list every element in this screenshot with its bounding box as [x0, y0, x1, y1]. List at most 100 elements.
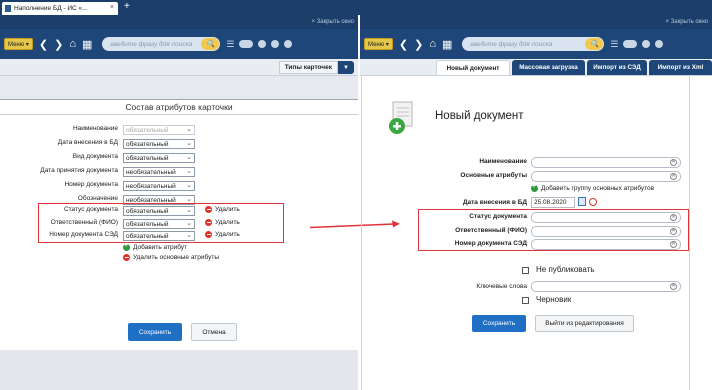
search-icon[interactable]: 🔍 — [201, 38, 220, 50]
tab-import-sed[interactable]: Импорт из СЭД — [587, 60, 647, 75]
add-attribute-link[interactable]: Добавить атрибут — [123, 242, 187, 251]
close-tab-icon[interactable]: × — [110, 4, 114, 11]
chevron-down-icon[interactable]: ▼ — [338, 61, 354, 74]
tab-new-document[interactable]: Новый документ — [436, 60, 510, 75]
settings-icon-right[interactable] — [642, 40, 651, 48]
menu-button-right[interactable]: Меню ▾ — [364, 38, 393, 50]
close-window-right[interactable]: × Закрыть окно — [360, 15, 712, 29]
card-types-button[interactable]: Типы карточек ▼ — [278, 61, 354, 74]
menu-button[interactable]: Меню ▾ — [4, 38, 33, 50]
field-label: Номер документа СЭД — [454, 240, 527, 247]
attr-select[interactable]: необязательный ⌄ — [123, 181, 195, 191]
attr-select[interactable]: необязательный ⌄ — [123, 167, 195, 177]
settings-icon[interactable] — [258, 40, 267, 48]
left-panel-top-gray — [0, 76, 358, 100]
draft-checkbox[interactable] — [522, 297, 529, 304]
left-subheader: Типы карточек ▼ — [0, 59, 358, 76]
tab-mass-upload[interactable]: Массовая загрузка — [512, 60, 585, 75]
back-icon[interactable]: ❮ — [39, 38, 48, 51]
list-icon-right[interactable]: ☰ — [610, 39, 618, 50]
forward-icon[interactable]: ❯ — [54, 38, 63, 51]
attr-value: обязательный — [126, 155, 169, 162]
remove-icon — [205, 231, 212, 238]
clear-icon[interactable]: ✕ — [670, 283, 677, 290]
browser-tab-title: Наполнение БД - ИС «... — [14, 5, 88, 12]
left-toolbar: Меню ▾ ❮ ❯ ⌂ ▦ введите фразу для поиска … — [0, 29, 358, 59]
chevron-down-icon: ⌄ — [186, 154, 192, 161]
add-group-link[interactable]: Добавить группу основных атрибутов — [531, 183, 654, 192]
browser-tab[interactable]: Наполнение БД - ИС «... × — [2, 2, 118, 15]
cancel-button[interactable]: Отмена — [191, 323, 237, 341]
attr-value: необязательный — [126, 169, 176, 176]
clear-icon[interactable]: ✕ — [670, 214, 677, 221]
search-placeholder: введите фразу для поиска — [110, 40, 193, 48]
name-input[interactable]: ✕ — [531, 157, 681, 168]
responsible-input[interactable]: ✕ — [531, 226, 681, 237]
page-title: Новый документ — [435, 110, 524, 122]
clear-icon[interactable]: ✕ — [670, 159, 677, 166]
delete-label: Удалить — [215, 219, 240, 226]
grid-icon[interactable]: ▦ — [82, 38, 92, 51]
right-scroll-area[interactable] — [689, 76, 712, 390]
save-button[interactable]: Сохранить — [128, 323, 182, 341]
attr-label: Обозначение — [77, 195, 118, 202]
delete-main-attributes-link[interactable]: Удалить основные атрибуты — [123, 254, 219, 261]
date-label: Дата внесения в БД — [462, 199, 527, 206]
date-input[interactable]: 25.08.2020 — [531, 197, 575, 208]
power-icon-right[interactable] — [655, 40, 664, 48]
attr-label: Номер документа СЭД — [49, 231, 118, 238]
exit-edit-button[interactable]: Выйти из редактирования — [535, 315, 634, 332]
notify-icon[interactable] — [239, 40, 254, 48]
attr-value: обязательный — [126, 208, 169, 215]
main-attributes-input[interactable]: ✕ — [531, 171, 681, 182]
field-label: Наименование — [479, 158, 527, 165]
tab-import-xml[interactable]: Импорт из Xml — [649, 60, 712, 75]
keywords-label: Ключевые слова — [476, 283, 527, 290]
forward-icon-right[interactable]: ❯ — [414, 38, 423, 51]
clear-date-icon[interactable] — [589, 198, 597, 206]
attr-select[interactable]: обязательный ⌄ — [123, 139, 195, 149]
save-button-right[interactable]: Сохранить — [472, 315, 526, 332]
delete-label: Удалить — [215, 206, 240, 213]
grid-icon-right[interactable]: ▦ — [442, 38, 452, 51]
close-window-left[interactable]: × Закрыть окно — [0, 15, 358, 29]
not-publish-checkbox[interactable] — [522, 267, 529, 274]
attr-select[interactable]: обязательный ⌄ — [123, 206, 195, 216]
search-icon-right[interactable]: 🔍 — [585, 38, 604, 50]
clear-icon[interactable]: ✕ — [670, 228, 677, 235]
clear-icon[interactable]: ✕ — [670, 173, 677, 180]
list-icon[interactable]: ☰ — [226, 39, 234, 50]
attr-label: Вид документа — [72, 153, 118, 160]
delete-attr-button[interactable]: Удалить — [205, 231, 240, 238]
keywords-input[interactable]: ✕ — [531, 281, 681, 292]
remove-icon — [205, 206, 212, 213]
clear-icon[interactable]: ✕ — [670, 241, 677, 248]
new-tab-button[interactable]: + — [124, 1, 130, 12]
home-icon-right[interactable]: ⌂ — [429, 38, 436, 50]
date-value: 25.08.2020 — [534, 199, 567, 206]
right-toolbar: Меню ▾ ❮ ❯ ⌂ ▦ введите фразу для поиска … — [360, 29, 712, 59]
calendar-icon[interactable] — [578, 197, 586, 206]
help-icon[interactable] — [284, 40, 293, 48]
sed-number-input[interactable]: ✕ — [531, 239, 681, 250]
search-input-right[interactable]: введите фразу для поиска 🔍 — [462, 37, 605, 51]
delete-attr-button[interactable]: Удалить — [205, 206, 240, 213]
attr-select[interactable]: обязательный ⌄ — [123, 231, 195, 241]
field-label: Ответственный (ФИО) — [455, 227, 527, 234]
status-input[interactable]: ✕ — [531, 212, 681, 223]
search-placeholder-right: введите фразу для поиска — [470, 40, 553, 48]
nav-group-right: ❮ ❯ ⌂ ▦ — [399, 36, 453, 52]
attr-select[interactable]: обязательный ⌄ — [123, 153, 195, 163]
power-icon[interactable] — [271, 40, 280, 48]
search-input[interactable]: введите фразу для поиска 🔍 — [102, 37, 221, 51]
attr-value: необязательный — [126, 183, 176, 190]
new-document-icon — [389, 101, 413, 134]
delete-attr-button[interactable]: Удалить — [205, 219, 240, 226]
delete-label: Удалить — [215, 231, 240, 238]
notify-icon-right[interactable] — [623, 40, 638, 48]
attr-select[interactable]: обязательный ⌄ — [123, 219, 195, 229]
home-icon[interactable]: ⌂ — [69, 38, 76, 50]
back-icon-right[interactable]: ❮ — [399, 38, 408, 51]
attr-value: обязательный — [126, 233, 169, 240]
attr-label: Ответственный (ФИО) — [50, 219, 118, 226]
